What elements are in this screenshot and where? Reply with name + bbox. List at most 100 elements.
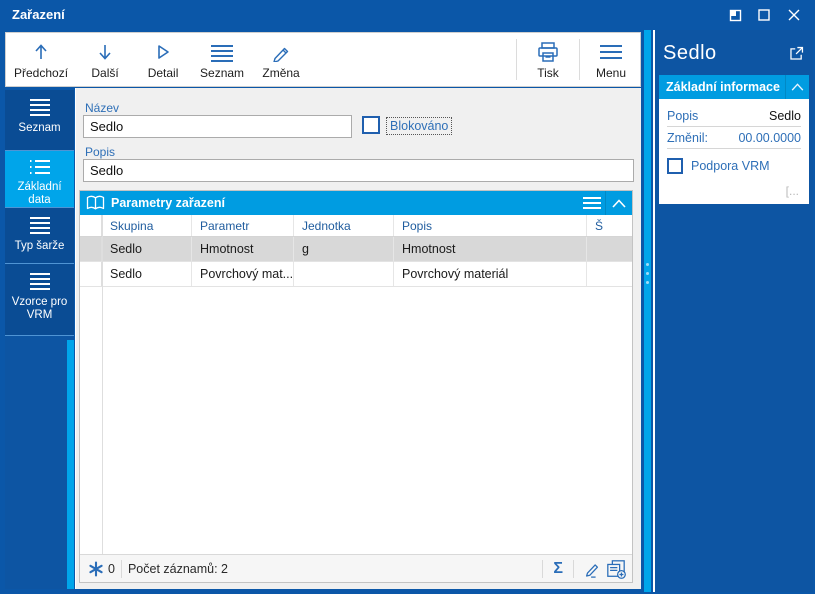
grid-gutter-line <box>102 215 103 554</box>
maximize-button[interactable] <box>749 2 779 28</box>
window-title: Zařazení <box>12 7 65 22</box>
title-bar: Zařazení <box>0 0 815 30</box>
lines-icon <box>28 272 52 290</box>
cell-skupina[interactable]: Sedlo <box>102 262 192 286</box>
panel-splitter[interactable] <box>644 30 651 592</box>
row-selector-cell[interactable] <box>80 262 102 286</box>
vrm-support-row: Podpora VRM <box>667 149 801 178</box>
basic-info-section: Základní informace Popis Sedlo Změnil: 0… <box>659 75 809 204</box>
sidebar-tab-label: Vzorce pro VRM <box>11 296 68 321</box>
panel-collapse-button[interactable] <box>606 191 632 215</box>
detail-button[interactable]: Detail <box>134 33 192 86</box>
parameters-panel-header: Parametry zařazení <box>80 191 632 215</box>
next-label: Další <box>91 66 119 80</box>
changes-count: 0 <box>108 561 115 576</box>
toolbar-separator <box>516 39 517 80</box>
edit-row-button[interactable] <box>580 560 604 578</box>
column-header-skupina[interactable]: Skupina <box>102 215 192 236</box>
edit-label: Změna <box>262 66 300 80</box>
popis-label: Popis <box>667 109 699 123</box>
section-collapse-button[interactable] <box>785 75 809 99</box>
sidebar: Seznam Základní data Typ šarže Vzorce pr… <box>5 90 74 589</box>
cell-parametr[interactable]: Povrchový mat... <box>192 262 294 286</box>
restore-window-button[interactable] <box>719 2 749 28</box>
panel-menu-button[interactable] <box>579 191 605 215</box>
basic-info-header[interactable]: Základní informace <box>659 75 809 99</box>
more-indicator[interactable]: [... <box>667 178 801 200</box>
toolbar-separator <box>579 39 580 80</box>
statusbar-separator <box>573 559 574 578</box>
basic-info-card: Popis Sedlo Změnil: 00.00.0000 Podpora V… <box>659 99 809 204</box>
pencil-icon <box>271 41 291 63</box>
row-selector-cell[interactable] <box>80 237 102 261</box>
book-icon <box>86 195 105 211</box>
sidebar-tab-label: Typ šarže <box>14 240 65 252</box>
cell-skupina[interactable]: Sedlo <box>102 237 192 261</box>
play-triangle-icon <box>153 41 173 63</box>
cell-sarze[interactable] <box>587 262 632 286</box>
menu-button[interactable]: Menu <box>582 33 640 86</box>
close-icon <box>787 8 801 22</box>
panel-header-actions <box>579 191 632 215</box>
blocked-checkbox[interactable] <box>362 116 380 134</box>
cell-jednotka[interactable]: g <box>294 237 394 261</box>
cell-parametr[interactable]: Hmotnost <box>192 237 294 261</box>
close-button[interactable] <box>779 2 809 28</box>
chevron-up-icon <box>612 198 626 208</box>
cell-popis[interactable]: Povrchový materiál <box>394 262 587 286</box>
sum-button[interactable]: Σ <box>549 560 567 578</box>
record-count-text: Počet záznamů: 2 <box>127 561 229 576</box>
table-row[interactable]: Sedlo Hmotnost g Hmotnost <box>80 237 632 262</box>
arrow-up-icon <box>31 41 51 63</box>
vrm-support-checkbox[interactable] <box>667 158 683 174</box>
info-panel-title: Sedlo <box>663 42 717 64</box>
zmenil-value: 00.00.0000 <box>738 131 801 145</box>
column-header-parametr[interactable]: Parametr <box>192 215 294 236</box>
popis-value: Sedlo <box>769 109 801 123</box>
sidebar-tab-vzorce-pro-vrm[interactable]: Vzorce pro VRM <box>5 264 74 336</box>
column-header-sarze[interactable]: Š <box>587 215 632 236</box>
dotted-list-icon <box>28 159 52 175</box>
basic-info-title: Základní informace <box>666 80 780 94</box>
copy-add-record-button[interactable] <box>604 559 628 579</box>
print-label: Tisk <box>537 66 559 80</box>
asterisk-icon <box>84 560 108 577</box>
toolbar: Předchozí Další Detail Seznam Změna Tisk… <box>5 32 641 87</box>
description-field-label: Popis <box>85 145 116 159</box>
parameters-grid: Skupina Parametr Jednotka Popis Š Sedlo … <box>80 215 632 554</box>
sidebar-accent-strip <box>67 340 74 589</box>
right-info-panel: Sedlo Základní informace Popis Sedlo Změ… <box>653 30 813 592</box>
next-button[interactable]: Další <box>76 33 134 86</box>
open-external-button[interactable] <box>788 45 805 62</box>
statusbar-separator <box>120 559 122 578</box>
panel-menu-lines-icon <box>582 196 602 210</box>
statusbar-actions: Σ <box>536 555 632 582</box>
sidebar-tab-seznam[interactable]: Seznam <box>5 90 74 151</box>
arrow-down-icon <box>95 41 115 63</box>
main-content: Název Blokováno Popis Parametry zařazení <box>75 88 641 589</box>
sidebar-tab-zakladni-data[interactable]: Základní data <box>5 151 74 208</box>
print-button[interactable]: Tisk <box>519 33 577 86</box>
list-lines-icon <box>209 41 235 63</box>
table-row[interactable]: Sedlo Povrchový mat... Povrchový materiá… <box>80 262 632 287</box>
zmenil-label: Změnil: <box>667 131 708 145</box>
vrm-support-label[interactable]: Podpora VRM <box>691 159 770 173</box>
column-header-popis[interactable]: Popis <box>394 215 587 236</box>
parameters-panel: Parametry zařazení Skupina Parametr Jedn… <box>79 190 633 583</box>
menu-lines-icon <box>598 41 624 63</box>
edit-button[interactable]: Změna <box>252 33 310 86</box>
restore-icon <box>727 8 742 23</box>
cell-sarze[interactable] <box>587 237 632 261</box>
row-selector-header <box>80 215 102 236</box>
sidebar-tab-typ-sarze[interactable]: Typ šarže <box>5 208 74 264</box>
previous-button[interactable]: Předchozí <box>6 33 76 86</box>
maximize-icon <box>757 8 771 22</box>
name-input[interactable] <box>83 115 352 138</box>
cell-jednotka[interactable] <box>294 262 394 286</box>
blocked-checkbox-label[interactable]: Blokováno <box>386 117 453 135</box>
column-header-jednotka[interactable]: Jednotka <box>294 215 394 236</box>
list-button[interactable]: Seznam <box>192 33 252 86</box>
cell-popis[interactable]: Hmotnost <box>394 237 587 261</box>
description-input[interactable] <box>83 159 634 182</box>
window-controls <box>719 0 809 30</box>
